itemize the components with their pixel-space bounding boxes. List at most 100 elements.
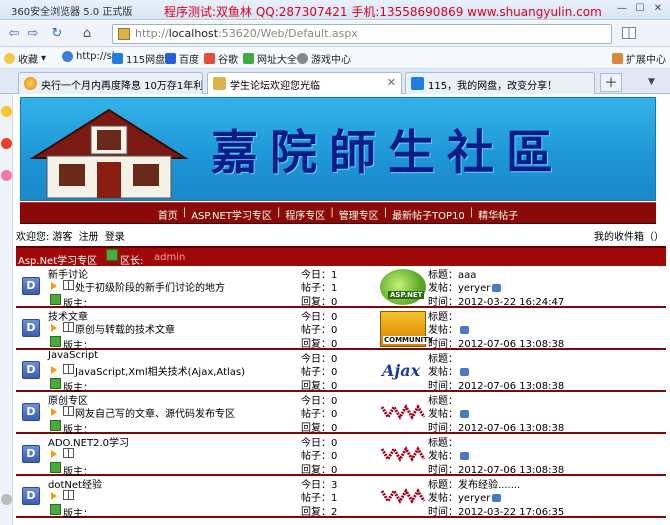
login-link[interactable]: 登录	[105, 232, 125, 243]
address-url[interactable]: http://localhost:53620/Web/Default.aspx	[135, 27, 358, 40]
main-menu: 首页 | ASP.NET学习专区 | 程序专区 | 管理专区 | 最新帖子TOP10 | …	[20, 202, 656, 224]
favorite-item-baidu[interactable]: 百度	[165, 51, 199, 66]
section-header: Asp.Net学习专区 区长: admin	[16, 246, 666, 267]
book-icon	[63, 406, 74, 416]
forum-row: D JavaScript JavaScript,Xml相关技术(Ajax,Atlas…	[16, 350, 666, 394]
forum-status-icon: D	[22, 487, 40, 505]
menu-home[interactable]: 首页	[154, 207, 182, 222]
close-tab-icon[interactable]: ✕	[387, 76, 396, 89]
site-banner: 嘉院師生社區	[20, 97, 656, 201]
welcome-label: 欢迎您:	[16, 232, 50, 243]
register-link[interactable]: 注册	[79, 232, 99, 243]
favorite-item-115[interactable]: 115网盘	[112, 51, 165, 66]
last-time: 时间：2012-07-06 13:08:38	[428, 423, 565, 434]
app-title: 360安全浏览器 5.0 正式版	[11, 7, 133, 18]
menu-top10[interactable]: 最新帖子TOP10	[388, 207, 469, 222]
book-icon	[63, 490, 74, 500]
menu-aspnet[interactable]: ASP.NET学习专区	[187, 207, 276, 222]
tab-forum[interactable]: 学生论坛欢迎您光临 ✕	[207, 72, 402, 95]
forum-name[interactable]: dotNet经验	[48, 476, 102, 491]
favorites-menu[interactable]: 收藏 ▾	[4, 51, 46, 66]
section-title[interactable]: Asp.Net学习专区	[18, 252, 97, 267]
book-icon	[63, 322, 74, 332]
globe-icon	[62, 51, 73, 62]
forum-status-icon: D	[22, 445, 40, 463]
replies-stat: 回复：0	[301, 465, 338, 476]
house-logo-icon	[29, 108, 189, 199]
forum-row: D 新手讨论 处于初级阶段的新手们讨论的地方 版主： 今日：1 帖子：1 回复：0 ASP.N…	[16, 266, 666, 310]
settings-icon[interactable]	[1, 494, 12, 505]
last-poster: 发帖：	[428, 447, 469, 462]
forum-status-icon: D	[22, 403, 40, 421]
favorite-item-google[interactable]: 谷歌	[204, 51, 238, 66]
menu-programs[interactable]: 程序专区	[281, 207, 329, 222]
welcome-line: 欢迎您: 游客 注册 登录	[16, 228, 128, 243]
tab-list-chevron-icon[interactable]: ▼	[648, 77, 655, 87]
maximize-icon[interactable]: ☐	[632, 2, 648, 16]
moderator-icon	[50, 378, 61, 389]
split-view-icon[interactable]	[622, 27, 636, 39]
aspnet-logo-icon[interactable]: ASP.NET	[380, 269, 426, 305]
last-poster: 发帖：	[428, 405, 469, 420]
forum-name[interactable]: JavaScript	[48, 350, 98, 361]
moderator-icon	[106, 249, 118, 261]
forum-row: D 原创专区 网友自己写的文章、源代码发布专区 版主： 今日：0 帖子：0 回复：0 标题：发…	[16, 392, 666, 436]
favorite-item-hao[interactable]: 网址大全	[243, 51, 297, 66]
section-moderator-name[interactable]: admin	[154, 252, 185, 263]
home-icon[interactable]: ⌂	[78, 24, 96, 44]
forum-name[interactable]: ADO.NET2.0学习	[48, 434, 129, 449]
book-icon	[63, 364, 74, 374]
zigzag-logo-icon[interactable]	[380, 437, 426, 473]
window-controls: — ☐ ✕	[614, 2, 666, 16]
posts-stat: 帖子：0	[301, 325, 338, 336]
address-bar[interactable]: http://localhost:53620/Web/Default.aspx	[112, 24, 612, 44]
extensions-button[interactable]: 扩展中心	[612, 51, 666, 66]
community-logo-icon[interactable]: COMMUNITY	[380, 311, 435, 347]
menu-admin[interactable]: 管理专区	[335, 207, 383, 222]
title-bar: 360安全浏览器 5.0 正式版 程序测试:双鱼林 QQ:287307421 手…	[0, 0, 670, 20]
inbox-link[interactable]: 我的收件箱（）	[594, 228, 664, 243]
arrow-right-icon	[51, 450, 57, 458]
menu-featured[interactable]: 精华帖子	[474, 207, 522, 222]
favorite-item-games[interactable]: 游戏中心	[297, 51, 351, 66]
back-arrow-icon[interactable]: ⇦	[4, 24, 24, 44]
section-moderator-label: 区长:	[120, 256, 144, 267]
navigation-bar: ⇦ ⇨ ↻ ⌂ http://localhost:53620/Web/Defau…	[0, 21, 670, 47]
puzzle-icon	[612, 53, 623, 64]
posts-stat: 帖子：0	[301, 367, 338, 378]
forum-status-icon: D	[22, 277, 40, 295]
forum-row: D 技术文章 原创与转载的技术文章 版主： 今日：0 帖子：0 回复：0 COMMUNITY 标…	[16, 308, 666, 352]
favorite-item-sh[interactable]: http://sh	[62, 51, 118, 62]
zigzag-logo-icon[interactable]	[380, 395, 426, 431]
zigzag-logo-icon[interactable]	[380, 479, 426, 515]
book-icon	[63, 448, 74, 458]
user-icon	[492, 494, 502, 502]
star-icon[interactable]	[1, 106, 12, 117]
tab-news[interactable]: 央行一个月内再度降息 10万存1年利...	[18, 72, 203, 94]
forward-arrow-icon[interactable]: ⇨	[24, 24, 42, 44]
last-time: 时间：2012-07-06 13:08:38	[428, 465, 565, 476]
tab-115[interactable]: 115，我的网盘，改变分享！	[405, 72, 595, 94]
weibo-icon[interactable]	[1, 138, 12, 149]
side-strip	[0, 94, 13, 525]
forum-row: DdotNet经验 版主： 今日：3 帖子：1 回复：2 标题：发布经验....... 发帖…	[16, 476, 666, 520]
tab-favicon-icon	[213, 77, 226, 90]
close-icon[interactable]: ✕	[650, 2, 666, 16]
site-nav-icon	[243, 53, 254, 64]
moderator-icon	[50, 336, 61, 347]
refresh-icon[interactable]: ↻	[48, 24, 66, 44]
new-tab-button[interactable]: +	[600, 73, 622, 92]
replies-stat: 回复：0	[301, 297, 338, 308]
minimize-icon[interactable]: —	[614, 2, 630, 16]
overlay-watermark-text: 程序测试:双鱼林 QQ:287307421 手机:13558690869 www…	[164, 5, 602, 19]
arrow-right-icon	[51, 366, 57, 374]
site-title: 嘉院師生社區	[211, 126, 565, 181]
mail-icon[interactable]	[1, 170, 12, 181]
replies-stat: 回复：0	[301, 381, 338, 392]
last-poster: 发帖：yeryer	[428, 279, 502, 294]
gamepad-icon	[297, 53, 308, 64]
last-time: 时间：2012-03-22 16:24:47	[428, 297, 565, 308]
user-icon	[460, 368, 469, 376]
ajax-logo-icon[interactable]: Ajax	[380, 353, 426, 389]
posts-stat: 帖子：0	[301, 451, 338, 462]
